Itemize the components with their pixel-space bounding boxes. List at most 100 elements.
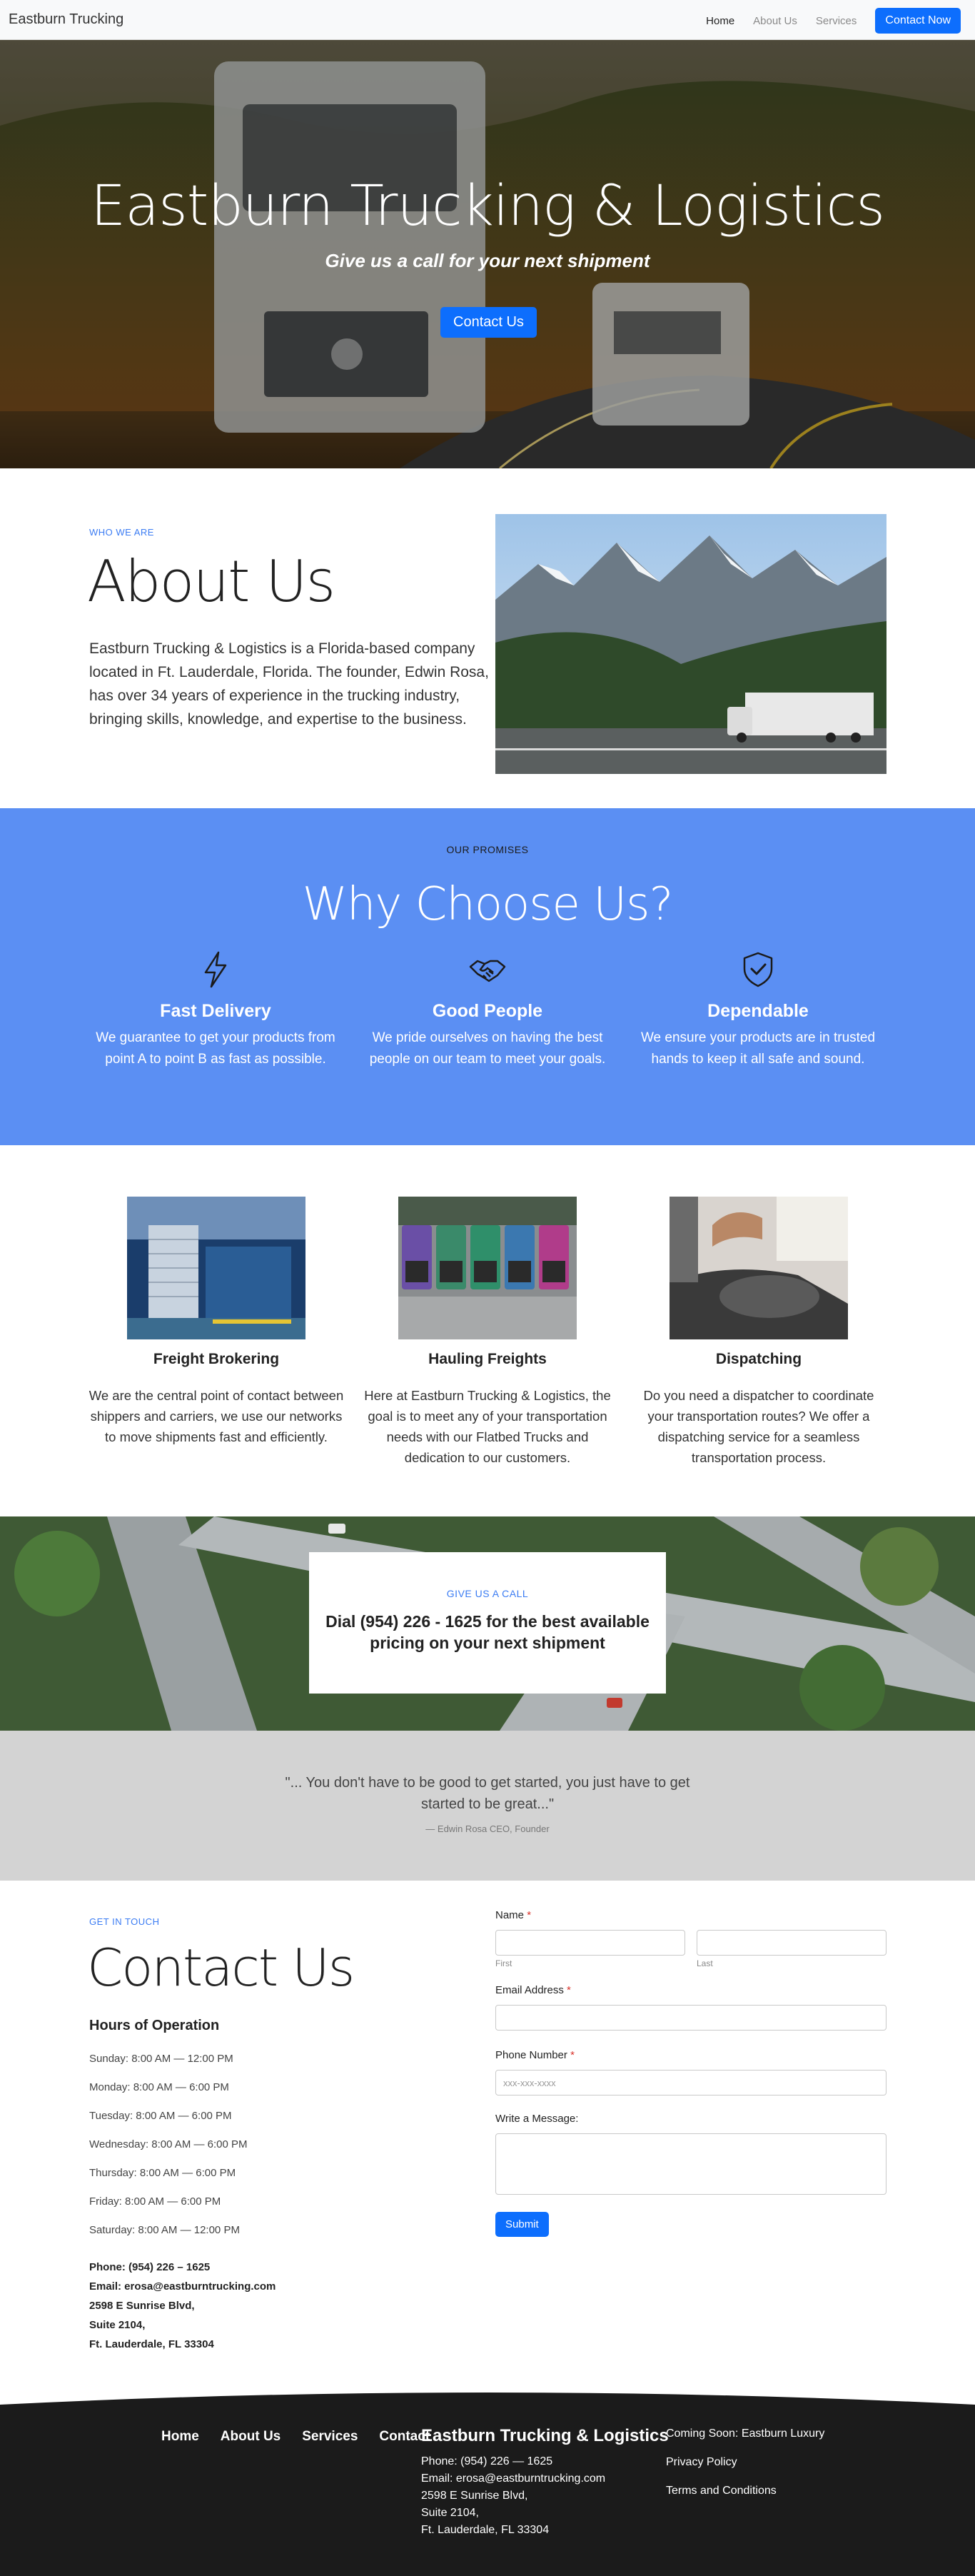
footer-nav-services[interactable]: Services: [302, 2429, 358, 2445]
contact-form: Name * First Last Email Address * Phone …: [495, 1909, 886, 2237]
warehouse-image: [127, 1197, 305, 1339]
contact-address-line: Ft. Lauderdale, FL 33304: [89, 2338, 214, 2350]
footer-links: Coming Soon: Eastburn Luxury Privacy Pol…: [666, 2427, 824, 2513]
why-title: Why Choose Us?: [302, 878, 674, 931]
footer-company-name: Eastburn Trucking & Logistics: [421, 2426, 669, 2445]
promise-title: Good People: [432, 1001, 543, 1021]
promise-text: We guarantee to get your products from p…: [96, 1030, 335, 1067]
call-text: Dial (954) 226 - 1625 for the best avail…: [325, 1612, 650, 1652]
footer-link-terms[interactable]: Terms and Conditions: [666, 2485, 824, 2513]
about-title: About Us: [87, 548, 335, 615]
shield-check-icon: [743, 952, 773, 987]
last-sublabel: Last: [697, 1958, 713, 1968]
footer-company-info: Eastburn Trucking & Logistics Phone: (95…: [421, 2426, 669, 2539]
service-freight-brokering: Freight Brokering We are the central poi…: [88, 1197, 345, 1447]
handshake-icon: [469, 960, 506, 982]
hero-contact-button[interactable]: Contact Us: [440, 307, 537, 338]
promise-title: Dependable: [707, 1001, 809, 1021]
hours-row: Thursday: 8:00 AM — 6:00 PM: [89, 2167, 236, 2179]
required-mark: *: [527, 1909, 532, 1921]
phone-input[interactable]: xxx-xxx-xxxx: [495, 2070, 886, 2095]
quote-text: "... You don't have to be good to get st…: [285, 1775, 690, 1812]
contact-phone: Phone: (954) 226 – 1625: [89, 2261, 211, 2273]
call-eyebrow: GIVE US A CALL: [446, 1588, 529, 1599]
footer-nav-home[interactable]: Home: [161, 2429, 199, 2445]
message-textarea[interactable]: [495, 2133, 886, 2195]
footer-link-coming-soon[interactable]: Coming Soon: Eastburn Luxury: [666, 2427, 824, 2456]
footer-address-line: Suite 2104,: [421, 2507, 479, 2519]
footer-contact-lines: Phone: (954) 226 — 1625 Email: erosa@eas…: [421, 2453, 669, 2539]
footer-link-privacy[interactable]: Privacy Policy: [666, 2456, 824, 2485]
promise-fast-delivery: Fast Delivery We guarantee to get your p…: [94, 951, 337, 1070]
contact-address-line: 2598 E Sunrise Blvd,: [89, 2300, 195, 2312]
first-sublabel: First: [495, 1958, 512, 1968]
required-mark: *: [567, 1984, 571, 1996]
about-section: WHO WE ARE About Us Eastburn Trucking & …: [0, 468, 975, 808]
first-name-input[interactable]: [495, 1930, 685, 1956]
contact-title: Contact Us: [87, 1938, 355, 1998]
last-name-col: Last: [697, 1930, 886, 1968]
email-label: Email Address *: [495, 1984, 571, 1996]
hours-row: Saturday: 8:00 AM — 12:00 PM: [89, 2224, 240, 2236]
footer-phone: Phone: (954) 226 — 1625: [421, 2455, 553, 2467]
contact-section: GET IN TOUCH Contact Us Hours of Operati…: [0, 1881, 975, 2388]
nav-links: Home About Us Services Contact Now: [706, 7, 961, 34]
why-eyebrow: OUR PROMISES: [446, 844, 529, 855]
footer-nav-about[interactable]: About Us: [221, 2429, 281, 2445]
hours-title: Hours of Operation: [89, 2018, 220, 2033]
hero-section: Eastburn Trucking & Logistics Give us a …: [0, 40, 975, 468]
trucks-lineup-image: [398, 1197, 577, 1339]
about-eyebrow: WHO WE ARE: [89, 527, 154, 538]
call-section: GIVE US A CALL Dial (954) 226 - 1625 for…: [0, 1516, 975, 1731]
service-hauling-freights: Hauling Freights Here at Eastburn Trucki…: [359, 1197, 616, 1468]
nav-services[interactable]: Services: [816, 15, 857, 27]
promise-good-people: Good People We pride ourselves on having…: [366, 951, 609, 1070]
mountain-truck-image: [495, 514, 886, 774]
footer-curve-divider: [0, 2388, 975, 2405]
brand-logo[interactable]: Eastburn Trucking: [9, 11, 123, 28]
promise-text: We pride ourselves on having the best pe…: [369, 1030, 606, 1067]
first-name-col: First: [495, 1930, 685, 1968]
services-section: Freight Brokering We are the central poi…: [0, 1145, 975, 1516]
service-title: Hauling Freights: [428, 1351, 547, 1367]
hours-row: Wednesday: 8:00 AM — 6:00 PM: [89, 2138, 248, 2150]
name-label: Name *: [495, 1909, 532, 1921]
promise-text: We ensure your products are in trusted h…: [640, 1030, 876, 1067]
footer-email[interactable]: Email: erosa@eastburntrucking.com: [421, 2470, 669, 2487]
hero-title: Eastburn Trucking & Logistics: [91, 174, 885, 238]
footer-nav: Home About Us Services Contact: [161, 2429, 430, 2445]
nav-home[interactable]: Home: [706, 15, 734, 27]
hours-row: Tuesday: 8:00 AM — 6:00 PM: [89, 2110, 232, 2122]
contact-email[interactable]: Email: erosa@eastburntrucking.com: [89, 2277, 276, 2296]
quote-section: "... You don't have to be good to get st…: [0, 1731, 975, 1881]
footer-address-line: 2598 E Sunrise Blvd,: [421, 2490, 528, 2502]
contact-info: Phone: (954) 226 – 1625 Email: erosa@eas…: [89, 2258, 276, 2354]
contact-now-button[interactable]: Contact Now: [875, 8, 961, 34]
call-card: GIVE US A CALL Dial (954) 226 - 1625 for…: [309, 1552, 666, 1694]
hours-row: Monday: 8:00 AM — 6:00 PM: [89, 2081, 229, 2093]
footer-address-line: Ft. Lauderdale, FL 33304: [421, 2524, 550, 2536]
service-text: We are the central point of contact betw…: [89, 1388, 344, 1444]
hours-row: Friday: 8:00 AM — 6:00 PM: [89, 2195, 221, 2208]
hours-row: Sunday: 8:00 AM — 12:00 PM: [89, 2053, 233, 2065]
promise-title: Fast Delivery: [160, 1001, 271, 1021]
navbar: Eastburn Trucking Home About Us Services…: [0, 0, 975, 40]
email-input[interactable]: [495, 2005, 886, 2031]
service-text: Here at Eastburn Trucking & Logistics, t…: [364, 1388, 611, 1465]
submit-button[interactable]: Submit: [495, 2212, 549, 2237]
contact-eyebrow: GET IN TOUCH: [89, 1916, 160, 1927]
truck-cab-image: [670, 1197, 848, 1339]
message-label: Write a Message:: [495, 2113, 579, 2125]
quote-citation: — Edwin Rosa CEO, Founder: [425, 1823, 550, 1834]
service-title: Dispatching: [715, 1351, 802, 1367]
footer: Home About Us Services Contact Eastburn …: [0, 2388, 975, 2576]
why-choose-us-section: OUR PROMISES Why Choose Us? Fast Deliver…: [0, 808, 975, 1145]
last-name-input[interactable]: [697, 1930, 886, 1956]
hours-list: Sunday: 8:00 AM — 12:00 PM Monday: 8:00 …: [89, 2052, 248, 2252]
hero-subtitle: Give us a call for your next shipment: [325, 250, 650, 271]
nav-about[interactable]: About Us: [753, 15, 797, 27]
promise-dependable: Dependable We ensure your products are i…: [637, 951, 879, 1070]
lightning-icon: [204, 951, 227, 988]
service-text: Do you need a dispatcher to coordinate y…: [643, 1388, 874, 1465]
service-dispatching: Dispatching Do you need a dispatcher to …: [630, 1197, 887, 1468]
